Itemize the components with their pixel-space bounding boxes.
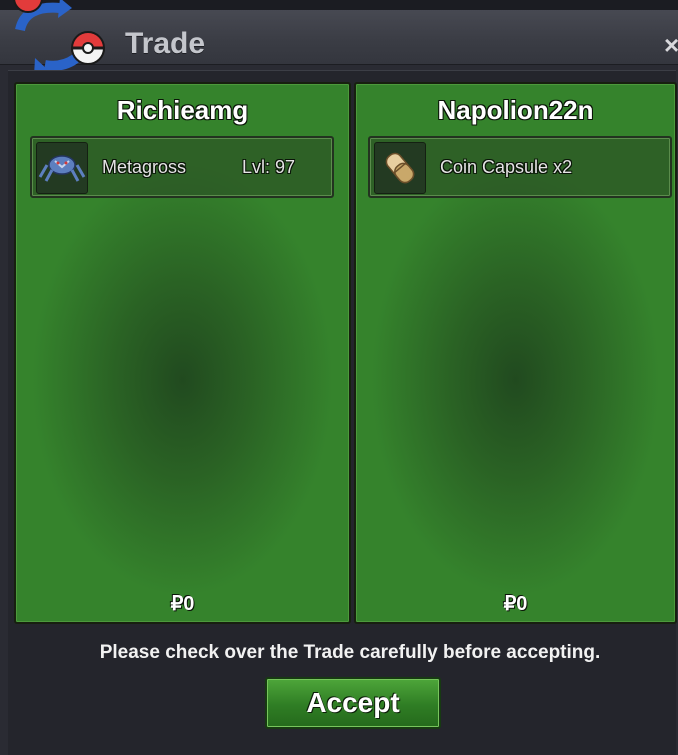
offer-item-slot[interactable]: Metagross Lvl: 97: [30, 136, 334, 198]
offer-item-level: Lvl: 97: [242, 157, 296, 177]
money-offer-left: ₽0: [170, 593, 195, 615]
trade-warning-text: Please check over the Trade carefully be…: [99, 642, 601, 663]
offer-item-slot[interactable]: Coin Capsule x2: [368, 136, 672, 198]
player-name-left: Richieamg: [116, 95, 249, 125]
trade-window: Trade × Richieamg Metagross Lvl: 97 ₽0 N…: [0, 0, 678, 755]
player-offer-panel-right: Napolion22n Coin Capsule x2 ₽0: [354, 82, 677, 624]
offer-item-name: Coin Capsule x2: [440, 157, 573, 177]
money-offer-right: ₽0: [503, 593, 528, 615]
player-name-right: Napolion22n: [437, 95, 594, 125]
close-icon[interactable]: ×: [664, 30, 678, 61]
accept-button[interactable]: Accept: [265, 677, 441, 729]
offer-item-name: Metagross: [102, 157, 187, 177]
trade-pokeball-arrows-icon: [13, 0, 106, 76]
metagross-sprite-icon: [36, 142, 88, 194]
player-offer-panel-left: Richieamg Metagross Lvl: 97 ₽0: [14, 82, 351, 624]
window-title: Trade: [125, 27, 206, 60]
coin-capsule-icon: [374, 142, 426, 194]
